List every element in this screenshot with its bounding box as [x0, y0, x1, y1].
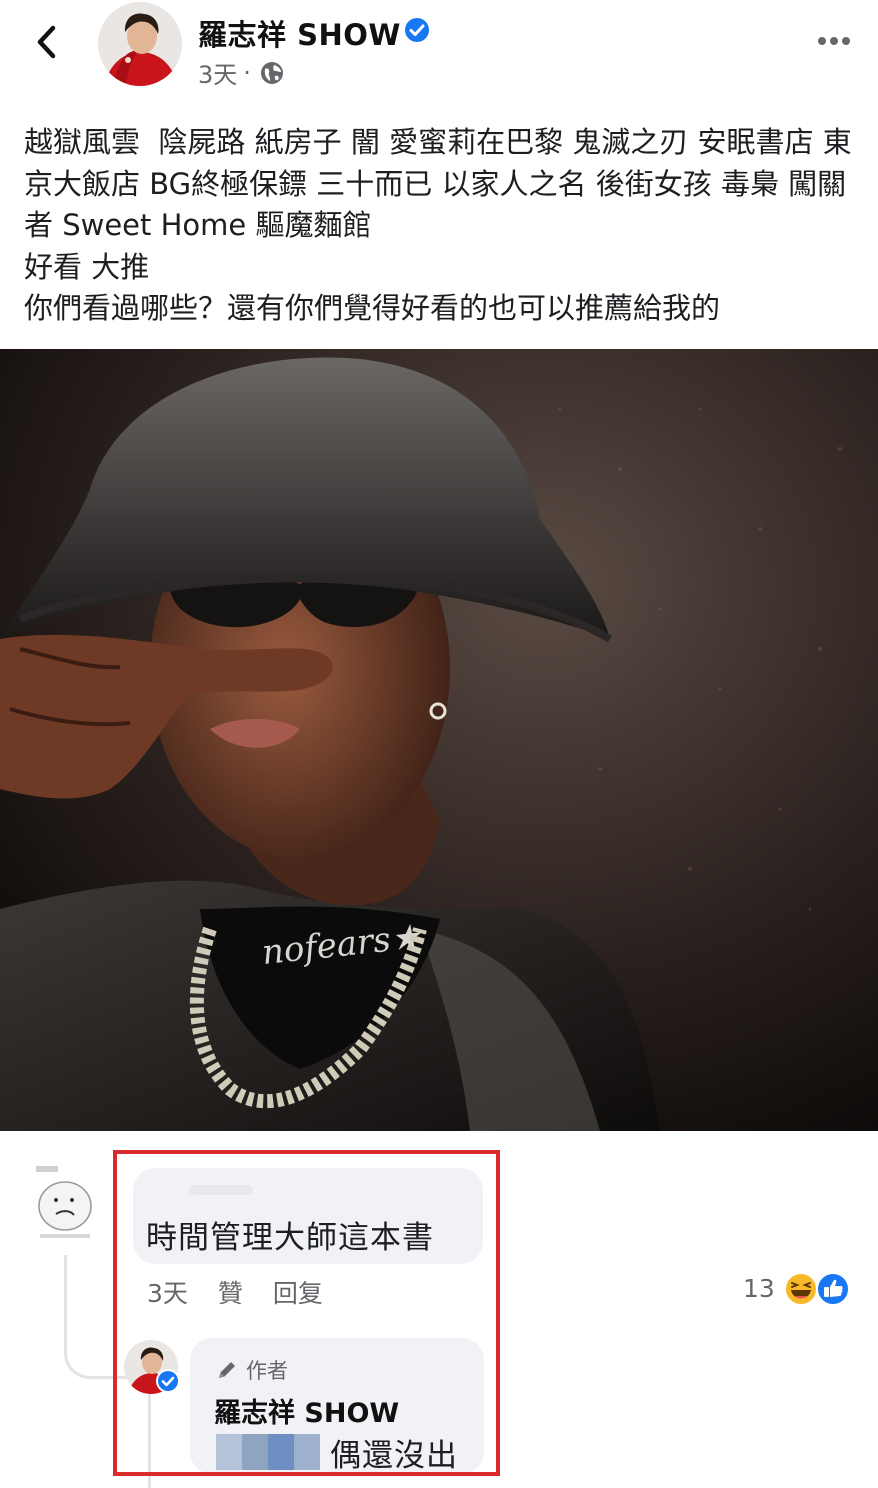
globe-icon [260, 61, 283, 84]
highlight-box [113, 1150, 500, 1476]
back-button[interactable] [28, 22, 68, 62]
haha-reaction-icon [784, 1272, 818, 1306]
author-avatar[interactable] [98, 2, 182, 86]
reaction-count[interactable]: 13 [743, 1274, 775, 1303]
verified-icon [405, 18, 429, 42]
post-header: 羅志祥 SHOW 3天 · [0, 0, 878, 100]
post-meta: 3天 · [198, 55, 285, 90]
post-photo[interactable]: nofears★ [0, 349, 878, 1131]
post-caption: 越獄風雲 陰屍路 紙房子 闇 愛蜜莉在巴黎 鬼滅之刃 安眠書店 東京大飯店 BG… [24, 125, 852, 325]
more-options-button[interactable] [814, 28, 854, 54]
commenter-avatar[interactable] [30, 1160, 100, 1246]
more-icon [818, 37, 850, 45]
post-time[interactable]: 3天 [198, 55, 237, 90]
meta-separator: · [243, 58, 251, 87]
like-reaction-icon [816, 1272, 850, 1306]
chevron-left-icon [37, 25, 56, 59]
author-name[interactable]: 羅志祥 SHOW [198, 12, 401, 54]
